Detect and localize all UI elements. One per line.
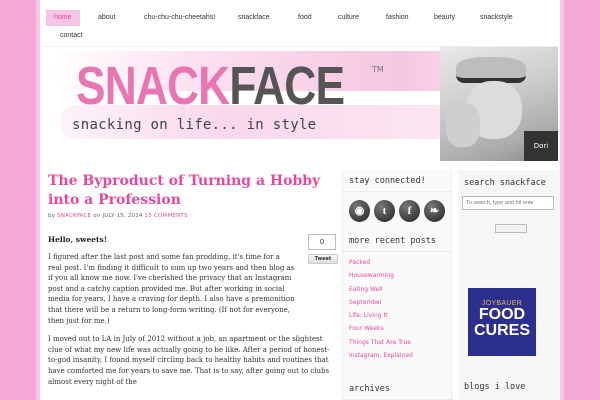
sidebar-middle: stay connected! ◉ t f ❧ more recent post… bbox=[342, 170, 453, 400]
tumblr-icon[interactable]: t bbox=[374, 200, 395, 222]
header-photo: Dori bbox=[440, 47, 558, 161]
site-logo[interactable]: SNACKFACE bbox=[76, 55, 345, 117]
recent-post-link[interactable]: Eating Well bbox=[349, 283, 445, 296]
post-date: JULY 15, 2014 bbox=[102, 213, 143, 219]
blogs-section: blogs i love bbox=[458, 374, 531, 393]
archives-section: archives bbox=[343, 378, 453, 400]
recent-post-link[interactable]: Packed bbox=[349, 256, 445, 269]
ad-title-line1: FOOD bbox=[478, 306, 526, 323]
snack-bag: Dori bbox=[524, 131, 558, 161]
post-title[interactable]: The Byproduct of Turning a Hobby into a … bbox=[48, 172, 328, 210]
recent-posts-heading: more recent posts bbox=[343, 230, 451, 252]
nav-culture[interactable]: culture bbox=[330, 10, 367, 26]
share-count: 0 bbox=[308, 234, 336, 250]
post-paragraph: I figured after the last post and some f… bbox=[48, 253, 295, 325]
main-nav: home about chu-chu-chu-cheetahs! snackfa… bbox=[40, 6, 560, 46]
social-links: ◉ t f ❧ bbox=[343, 192, 451, 230]
recent-posts-list: Packed Housewarming Eating Well Septembe… bbox=[343, 252, 451, 366]
facebook-icon[interactable]: f bbox=[399, 200, 420, 222]
rss-icon[interactable]: ◉ bbox=[349, 200, 370, 222]
recent-post-link[interactable]: Things That Are True bbox=[349, 336, 445, 349]
twitter-icon[interactable]: ❧ bbox=[424, 200, 445, 222]
archives-heading: archives bbox=[343, 378, 453, 400]
search-heading: search snackface bbox=[464, 178, 546, 188]
sidebar-right: search snackface JOYBAUER FOOD CURES blo… bbox=[458, 170, 560, 400]
nav-about[interactable]: about bbox=[90, 10, 124, 26]
byline-on: on bbox=[93, 213, 101, 219]
site-tagline: snacking on life... in style bbox=[72, 117, 317, 133]
post-author-link[interactable]: SNACKFACE bbox=[57, 213, 91, 219]
main-content: The Byproduct of Turning a Hobby into a … bbox=[48, 172, 338, 400]
nav-beauty[interactable]: beauty bbox=[426, 10, 463, 26]
page-wrapper: home about chu-chu-chu-cheetahs! snackfa… bbox=[36, 0, 564, 400]
nav-fashion[interactable]: fashion bbox=[378, 10, 417, 26]
post-byline: by SNACKFACE on JULY 15, 2014 15 COMMENT… bbox=[48, 213, 334, 219]
recent-post-link[interactable]: September bbox=[349, 296, 445, 309]
search-input[interactable] bbox=[462, 196, 554, 210]
post-comments-link[interactable]: 15 COMMENTS bbox=[145, 213, 188, 219]
tweet-button[interactable]: Tweet bbox=[308, 254, 338, 264]
nav-snackstyle[interactable]: snackstyle bbox=[472, 10, 521, 26]
byline-prefix: by bbox=[48, 213, 56, 219]
ad-title-line2: CURES bbox=[473, 322, 530, 339]
stay-connected-heading: stay connected! bbox=[343, 170, 451, 192]
tweet-label: Tweet bbox=[314, 256, 332, 262]
nav-food[interactable]: food bbox=[290, 10, 320, 26]
recent-post-link[interactable]: Life: Living It bbox=[349, 309, 445, 322]
share-widget: 0 Tweet bbox=[308, 234, 338, 264]
post-paragraph: I moved out to LA in July of 2012 withou… bbox=[48, 335, 330, 386]
recent-post-link[interactable]: Four Weeks bbox=[349, 322, 445, 335]
nav-contact[interactable]: contact bbox=[52, 28, 91, 44]
hat-shape bbox=[456, 57, 526, 83]
post-greeting: Hello, sweets! bbox=[48, 235, 107, 244]
nav-chu-chu-chu-cheetahs[interactable]: chu-chu-chu-cheetahs! bbox=[136, 10, 223, 26]
food-cures-ad[interactable]: JOYBAUER FOOD CURES bbox=[468, 288, 536, 356]
logo-face-text: FACE bbox=[229, 56, 345, 116]
nav-home[interactable]: home bbox=[46, 10, 80, 26]
logo-snack-text: SNACK bbox=[76, 56, 230, 116]
nav-snackface[interactable]: snackface bbox=[230, 10, 278, 26]
recent-post-link[interactable]: Housewarming bbox=[349, 269, 445, 282]
trademark-mark: TM bbox=[372, 65, 384, 74]
site-header: SNACKFACE TM snacking on life... in styl… bbox=[42, 46, 558, 161]
recent-post-link[interactable]: Instagram, Explained bbox=[349, 349, 445, 362]
blogs-heading: blogs i love bbox=[464, 382, 526, 392]
search-button[interactable] bbox=[495, 224, 527, 233]
hand-shape bbox=[446, 103, 480, 147]
